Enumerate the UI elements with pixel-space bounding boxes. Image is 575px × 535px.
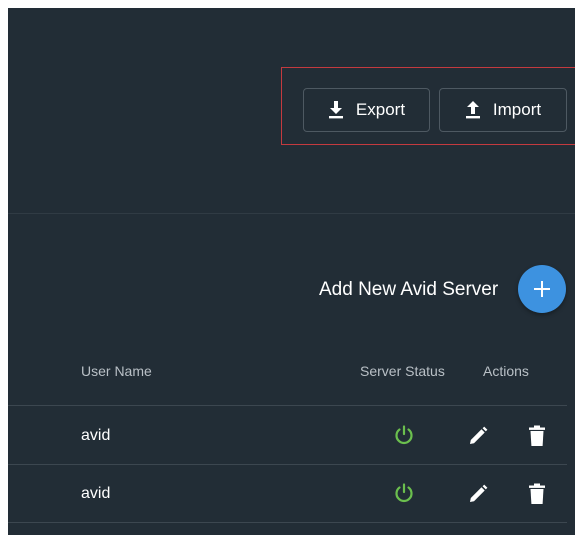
column-header-actions: Actions: [483, 363, 529, 379]
import-label: Import: [492, 100, 542, 119]
delete-icon[interactable]: [525, 481, 549, 507]
export-button[interactable]: Export: [303, 88, 430, 132]
import-button[interactable]: Import: [439, 88, 567, 132]
row-user-name: avid: [81, 485, 111, 502]
section-divider: [8, 213, 575, 214]
power-icon: [392, 423, 416, 447]
power-icon: [392, 481, 416, 505]
edit-icon[interactable]: [465, 481, 491, 507]
column-header-user-name: User Name: [81, 363, 152, 379]
upload-icon: [465, 101, 480, 119]
delete-icon[interactable]: [525, 423, 549, 449]
plus-icon: [534, 281, 550, 297]
row-divider: [8, 522, 567, 523]
download-icon: [328, 101, 343, 119]
export-label: Export: [355, 100, 406, 119]
column-header-server-status: Server Status: [360, 363, 445, 379]
header-divider: [8, 405, 567, 406]
app-window: Export Import Add New Avid Server User N…: [8, 8, 575, 535]
row-user-name: avid: [81, 427, 111, 444]
add-server-label: Add New Avid Server: [319, 279, 499, 300]
add-server-button[interactable]: [518, 265, 566, 313]
edit-icon[interactable]: [465, 423, 491, 449]
row-divider: [8, 464, 567, 465]
